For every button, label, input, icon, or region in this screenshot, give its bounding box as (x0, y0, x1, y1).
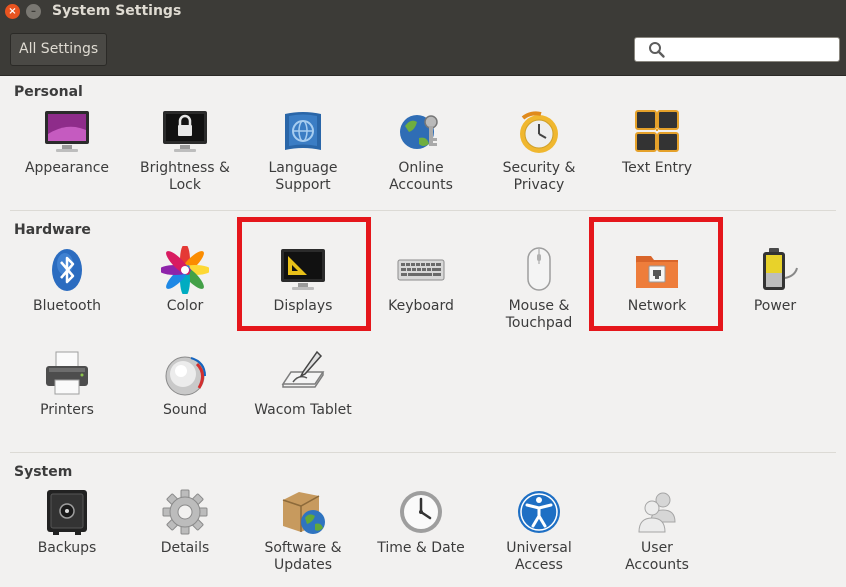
section-title-hardware: Hardware (14, 222, 91, 238)
item-label: Printers (40, 402, 94, 418)
power-icon (763, 248, 798, 290)
time-date-icon (400, 491, 442, 533)
security-privacy-icon (520, 111, 558, 153)
section-title-personal: Personal (14, 84, 83, 100)
item-label: Online Accounts (389, 160, 453, 193)
brightness-lock-icon (163, 111, 207, 152)
item-language-support[interactable]: Language Support (244, 108, 362, 208)
item-label: Backups (37, 540, 97, 556)
item-time-date[interactable]: Time & Date (362, 488, 480, 587)
details-icon (162, 489, 208, 535)
mouse-touchpad-icon (527, 247, 551, 291)
item-label: Color (166, 298, 204, 314)
item-label: Details (160, 540, 210, 556)
item-color[interactable]: Color (126, 246, 244, 346)
item-keyboard[interactable]: Keyboard (362, 246, 480, 346)
item-label: User Accounts (625, 540, 689, 573)
item-label: Universal Access (506, 540, 572, 573)
search-input[interactable] (634, 37, 840, 62)
user-accounts-icon (638, 492, 676, 533)
item-text-entry[interactable]: Text Entry (598, 108, 716, 208)
item-printers[interactable]: Printers (8, 350, 126, 450)
item-label: Time & Date (377, 540, 465, 556)
item-label: Keyboard (388, 298, 454, 314)
printer-icon (46, 351, 88, 395)
item-backups[interactable]: Backups (8, 488, 126, 587)
window-title: System Settings (52, 3, 182, 19)
item-label: Sound (162, 402, 208, 418)
title-bar: × – System Settings (0, 0, 846, 24)
item-label: Language Support (268, 160, 338, 193)
item-label: Text Entry (621, 160, 692, 176)
item-user-accounts[interactable]: User Accounts (598, 488, 716, 587)
bluetooth-icon (52, 249, 82, 291)
item-universal-access[interactable]: Universal Access (480, 488, 598, 587)
item-online-accounts[interactable]: Online Accounts (362, 108, 480, 208)
sound-icon (165, 356, 206, 396)
item-label: Power (753, 298, 797, 314)
close-window-button[interactable]: × (5, 4, 20, 19)
item-brightness-lock[interactable]: Brightness & Lock (126, 108, 244, 208)
all-settings-button[interactable]: All Settings (10, 33, 108, 66)
item-details[interactable]: Details (126, 488, 244, 587)
toolbar: All Settings (0, 24, 846, 76)
item-bluetooth[interactable]: Bluetooth (8, 246, 126, 346)
universal-access-icon (518, 491, 560, 533)
item-label: Mouse & Touchpad (505, 298, 573, 331)
item-sound[interactable]: Sound (126, 350, 244, 450)
section-divider (10, 210, 836, 211)
minimize-window-button[interactable]: – (26, 4, 41, 19)
item-label: Wacom Tablet (254, 402, 352, 418)
item-mouse-touchpad[interactable]: Mouse & Touchpad (480, 246, 598, 346)
settings-panel: Personal Appearance Brightness & Lock La… (0, 76, 846, 587)
highlight-box-network (589, 217, 723, 331)
highlight-box-displays (237, 217, 371, 331)
search-icon (649, 42, 665, 58)
item-label: Appearance (24, 160, 110, 176)
color-icon (161, 246, 209, 294)
wacom-tablet-icon (281, 350, 325, 388)
item-security-privacy[interactable]: Security & Privacy (480, 108, 598, 208)
item-label: Security & Privacy (502, 160, 576, 193)
item-label: Bluetooth (33, 298, 101, 314)
section-title-system: System (14, 464, 73, 480)
item-power[interactable]: Power (716, 246, 834, 346)
backups-icon (47, 490, 87, 535)
section-divider (10, 452, 836, 453)
appearance-icon (45, 111, 89, 152)
item-appearance[interactable]: Appearance (8, 108, 126, 208)
language-support-icon (285, 112, 321, 150)
item-wacom-tablet[interactable]: Wacom Tablet (244, 350, 362, 450)
keyboard-icon (397, 259, 445, 281)
item-label: Software & Updates (264, 540, 342, 573)
software-updates-icon (282, 492, 325, 534)
online-accounts-icon (400, 115, 438, 149)
item-software-updates[interactable]: Software & Updates (244, 488, 362, 587)
item-label: Brightness & Lock (140, 160, 230, 193)
text-entry-icon (635, 110, 679, 152)
